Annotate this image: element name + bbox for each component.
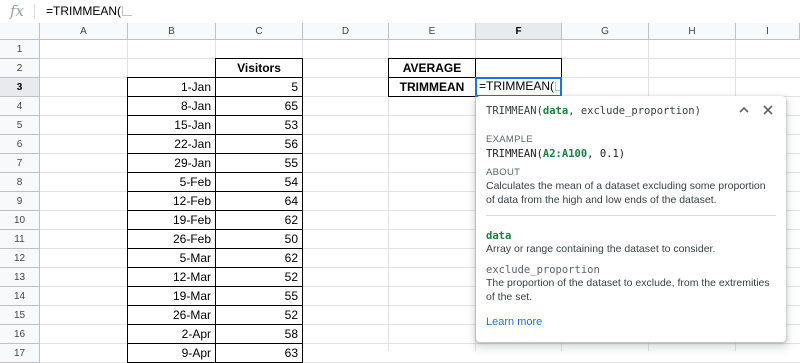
row-header-13[interactable]: 13 [0, 268, 40, 287]
row-header-5[interactable]: 5 [0, 116, 40, 135]
example-heading: EXAMPLE [486, 134, 533, 145]
date-cell[interactable]: 15-Jan [127, 115, 216, 135]
column-header-a[interactable]: A [40, 23, 128, 40]
row-header-2[interactable]: 2 [0, 59, 40, 78]
column-header-h[interactable]: H [649, 23, 736, 40]
visitors-cell[interactable]: 63 [215, 343, 303, 363]
visitors-cell[interactable]: 65 [215, 96, 303, 116]
signature-function-name: TRIMMEAN( [486, 105, 543, 117]
row-header-3[interactable]: 3 [0, 78, 40, 97]
example-rest: , 0.1) [587, 148, 626, 160]
date-cell[interactable]: 22-Jan [127, 134, 216, 154]
example-formula: TRIMMEAN(A2:A100, 0.1) [486, 148, 625, 160]
formula-input[interactable]: =TRIMMEAN( [46, 4, 132, 19]
date-cell[interactable]: 9-Apr [127, 343, 216, 363]
example-function-name: TRIMMEAN( [486, 148, 543, 160]
row-header-6[interactable]: 6 [0, 135, 40, 154]
fx-icon: fx [9, 2, 24, 20]
column-header-d[interactable]: D [303, 23, 389, 40]
visitors-cell[interactable]: 53 [215, 115, 303, 135]
visitors-cell[interactable]: 64 [215, 191, 303, 211]
average-value-cell[interactable] [475, 58, 562, 78]
column-header-i[interactable]: I [736, 23, 800, 40]
date-cell[interactable]: 1-Jan [127, 77, 216, 97]
close-icon[interactable] [758, 101, 778, 121]
date-cell[interactable]: 2-Apr [127, 324, 216, 344]
arg-data-description: Array or range containing the dataset to… [486, 243, 716, 255]
column-header-c[interactable]: C [216, 23, 303, 40]
formula-bar: fx =TRIMMEAN( [0, 0, 800, 24]
chevron-up-icon[interactable] [734, 101, 754, 121]
row-header-11[interactable]: 11 [0, 230, 40, 249]
row-header-7[interactable]: 7 [0, 154, 40, 173]
row-header-16[interactable]: 16 [0, 325, 40, 344]
column-header-g[interactable]: G [562, 23, 649, 40]
visitors-cell[interactable]: 50 [215, 229, 303, 249]
visitors-cell[interactable]: 52 [215, 305, 303, 325]
about-text: Calculates the mean of a dataset excludi… [486, 180, 766, 206]
visitors-cell[interactable]: 52 [215, 267, 303, 287]
row-header-17[interactable]: 17 [0, 344, 40, 363]
row-header-1[interactable]: 1 [0, 40, 40, 59]
row-header-15[interactable]: 15 [0, 306, 40, 325]
visitors-cell[interactable]: 62 [215, 248, 303, 268]
average-label-cell[interactable]: AVERAGE [388, 58, 476, 78]
row-header-12[interactable]: 12 [0, 249, 40, 268]
arg-data-name: data [486, 230, 512, 242]
date-cell[interactable]: 5-Feb [127, 172, 216, 192]
row-header-9[interactable]: 9 [0, 192, 40, 211]
select-all-corner[interactable] [0, 23, 40, 40]
signature-rest: , exclude_proportion) [568, 105, 701, 117]
signature-active-arg: data [542, 105, 569, 117]
row-header-14[interactable]: 14 [0, 287, 40, 306]
editing-cell-text: =TRIMMEAN( [479, 79, 554, 93]
row-header-10[interactable]: 10 [0, 211, 40, 230]
about-heading: ABOUT [486, 167, 521, 178]
text-cursor [122, 6, 132, 16]
date-cell[interactable]: 19-Mar [127, 286, 216, 306]
visitors-cell[interactable]: 62 [215, 210, 303, 230]
date-cell[interactable]: 8-Jan [127, 96, 216, 116]
function-help-popup: TRIMMEAN(data, exclude_proportion) EXAMP… [476, 96, 786, 342]
visitors-cell[interactable]: 55 [215, 153, 303, 173]
visitors-cell[interactable]: 54 [215, 172, 303, 192]
column-header-e[interactable]: E [389, 23, 476, 40]
visitors-header-cell[interactable]: Visitors [215, 58, 303, 78]
date-cell[interactable]: 26-Feb [127, 229, 216, 249]
visitors-cell[interactable]: 5 [215, 77, 303, 97]
date-cell[interactable]: 12-Mar [127, 267, 216, 287]
active-editing-cell[interactable]: =TRIMMEAN( [475, 77, 562, 97]
function-signature: TRIMMEAN(data, exclude_proportion) [486, 104, 701, 118]
date-cell[interactable]: 26-Mar [127, 305, 216, 325]
text-cursor [555, 82, 560, 91]
arg-exclude-proportion-name: exclude_proportion [486, 264, 600, 276]
visitors-cell[interactable]: 56 [215, 134, 303, 154]
example-range: A2:A100 [542, 148, 588, 160]
trimmean-label-cell[interactable]: TRIMMEAN [388, 77, 476, 97]
popup-divider [486, 215, 776, 216]
row-header-4[interactable]: 4 [0, 97, 40, 116]
formula-text: =TRIMMEAN( [46, 4, 121, 18]
row-header-8[interactable]: 8 [0, 173, 40, 192]
date-cell[interactable]: 19-Feb [127, 210, 216, 230]
column-header-b[interactable]: B [128, 23, 216, 40]
arg-exclude-proportion-description: The proportion of the dataset to exclude… [486, 277, 770, 303]
date-cell[interactable]: 29-Jan [127, 153, 216, 173]
visitors-cell[interactable]: 58 [215, 324, 303, 344]
learn-more-link[interactable]: Learn more [486, 316, 542, 328]
column-header-f[interactable]: F [476, 23, 562, 40]
formula-bar-separator [34, 4, 35, 19]
date-cell[interactable]: 12-Feb [127, 191, 216, 211]
date-cell[interactable]: 5-Mar [127, 248, 216, 268]
visitors-cell[interactable]: 55 [215, 286, 303, 306]
